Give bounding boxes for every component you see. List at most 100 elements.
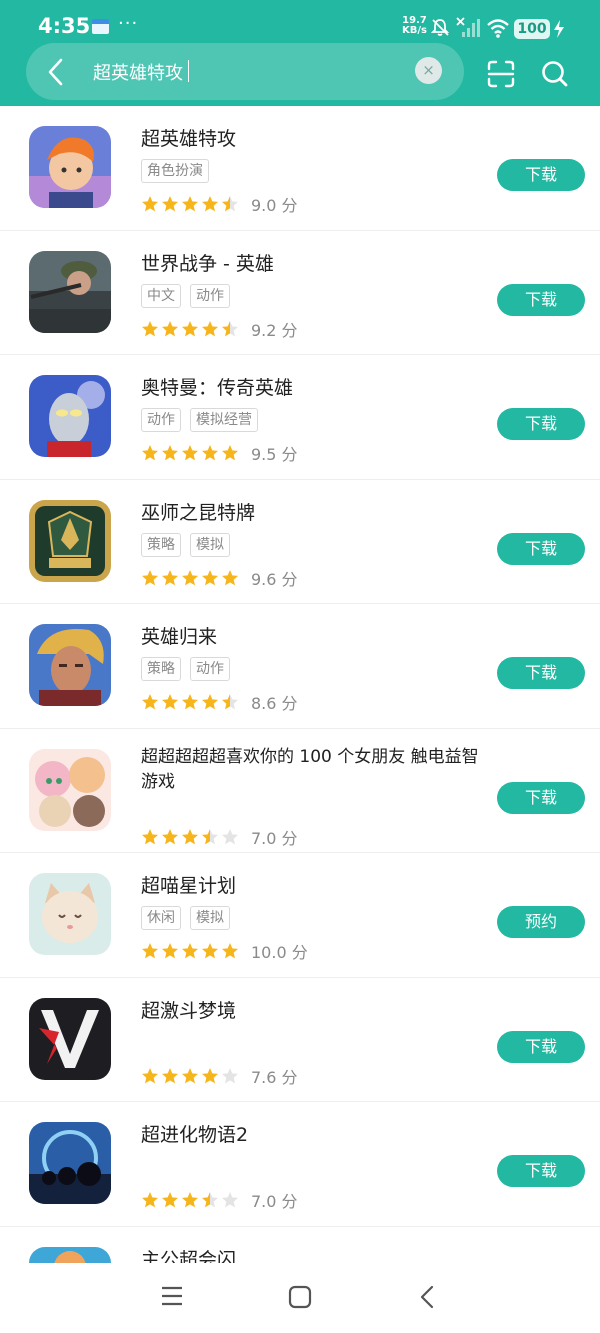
download-button[interactable]: 下载: [497, 159, 585, 191]
star-icon: [182, 828, 198, 844]
star-icon: [162, 569, 178, 585]
rating: 8.6 分: [141, 690, 298, 714]
app-icon[interactable]: [29, 873, 111, 955]
star-icon: [142, 943, 158, 959]
status-time: 4:35: [38, 14, 91, 38]
download-button[interactable]: 下载: [497, 657, 585, 689]
star-icon: [202, 1192, 218, 1208]
app-title[interactable]: 超英雄特攻: [141, 124, 236, 151]
reserve-button[interactable]: 预约: [497, 906, 585, 938]
tag: 动作: [190, 283, 230, 308]
clear-icon[interactable]: ×: [415, 57, 442, 84]
tag: 中文: [141, 283, 181, 308]
rating: 7.0 分: [141, 1188, 298, 1212]
star-rating: [141, 1191, 239, 1209]
list-item[interactable]: 奥特曼：传奇英雄 动作 模拟经营 9.5 分 下载: [0, 355, 600, 480]
star-rating: [141, 942, 239, 960]
download-button[interactable]: 下载: [497, 1030, 585, 1063]
net-speed: 19.7 KB/s: [402, 16, 427, 36]
app-icon[interactable]: [29, 1122, 111, 1204]
app-icon[interactable]: [29, 997, 111, 1080]
star-icon: [142, 196, 158, 212]
score: 9.5 分: [251, 445, 298, 464]
menu-icon[interactable]: [161, 1285, 183, 1307]
home-icon[interactable]: [288, 1285, 312, 1309]
app-title[interactable]: 英雄归来: [141, 622, 217, 649]
wifi-icon: [487, 19, 509, 38]
star-icon: [182, 320, 198, 336]
battery-icon: 100: [514, 19, 550, 39]
list-item[interactable]: 主公超会闪: [0, 1227, 600, 1264]
app-title[interactable]: 超超超超超喜欢你的 100 个女朋友 触电益智游戏: [141, 745, 481, 795]
star-rating: [141, 828, 239, 846]
list-item[interactable]: 超喵星计划 休闲 模拟 10.0 分 预约: [0, 853, 600, 978]
list-item[interactable]: 超进化物语2 7.0 分 下载: [0, 1102, 600, 1227]
star-icon: [142, 569, 158, 585]
tag: 动作: [190, 657, 230, 681]
star-icon: [182, 1192, 198, 1208]
star-rating: [141, 195, 239, 213]
search-results-list[interactable]: 超英雄特攻 角色扮演 9.0 分 下载 世界战争 - 英雄 中文 动作 9.2 …: [0, 106, 600, 1263]
rating: 7.0 分: [141, 825, 298, 849]
star-icon: [202, 569, 218, 585]
app-title[interactable]: 巫师之昆特牌: [141, 498, 255, 525]
star-icon: [202, 320, 218, 336]
back-icon[interactable]: [418, 1285, 438, 1309]
download-button[interactable]: 下载: [497, 408, 585, 440]
app-title[interactable]: 世界战争 - 英雄: [141, 249, 274, 276]
app-icon[interactable]: [29, 126, 111, 208]
star-icon: [222, 1067, 238, 1083]
tag-list: 休闲 模拟: [141, 906, 230, 930]
app-card-icon: [92, 19, 109, 34]
star-icon: [142, 828, 158, 844]
app-title[interactable]: 超激斗梦境: [141, 996, 236, 1023]
rating: 9.0 分: [141, 192, 298, 216]
star-icon: [182, 943, 198, 959]
app-icon[interactable]: [29, 624, 111, 706]
star-icon: [162, 1192, 178, 1208]
tag: 策略: [141, 532, 181, 557]
tag: 模拟: [190, 532, 230, 557]
rating: 9.5 分: [141, 441, 298, 465]
list-item[interactable]: 世界战争 - 英雄 中文 动作 9.2 分 下载: [0, 231, 600, 355]
app-icon[interactable]: [29, 250, 111, 333]
back-arrow-icon[interactable]: [44, 57, 68, 87]
list-item[interactable]: 超英雄特攻 角色扮演 9.0 分 下载: [0, 106, 600, 231]
search-input[interactable]: 超英雄特攻: [93, 59, 183, 85]
score: 8.6 分: [251, 694, 298, 713]
download-button[interactable]: 下载: [497, 1155, 585, 1187]
star-icon: [162, 1067, 178, 1083]
score: 9.2 分: [251, 320, 298, 340]
star-icon: [222, 569, 238, 585]
score: 7.0 分: [251, 828, 298, 848]
download-button[interactable]: 下载: [497, 283, 585, 316]
list-item[interactable]: 英雄归来 策略 动作 8.6 分 下载: [0, 604, 600, 729]
list-item[interactable]: 超激斗梦境 7.6 分 下载: [0, 978, 600, 1102]
app-title[interactable]: 超喵星计划: [141, 871, 236, 898]
app-title[interactable]: 主公超会闪: [141, 1245, 236, 1264]
score: 7.6 分: [251, 1067, 298, 1087]
app-icon[interactable]: [29, 1246, 111, 1263]
scan-icon[interactable]: [487, 60, 515, 88]
search-icon[interactable]: [541, 60, 569, 88]
score: 10.0 分: [251, 943, 308, 962]
app-icon[interactable]: [29, 375, 111, 457]
app-icon[interactable]: [29, 499, 111, 582]
download-button[interactable]: 下载: [497, 781, 585, 814]
search-bar[interactable]: [26, 43, 464, 100]
tag: 角色扮演: [141, 159, 209, 183]
list-item[interactable]: 巫师之昆特牌 策略 模拟 9.6 分 下载: [0, 480, 600, 604]
star-icon: [222, 196, 238, 212]
download-button[interactable]: 下载: [497, 532, 585, 565]
star-icon: [142, 1067, 158, 1083]
app-title[interactable]: 超进化物语2: [141, 1120, 248, 1147]
star-rating: [141, 320, 239, 338]
app-title[interactable]: 奥特曼：传奇英雄: [141, 373, 293, 400]
rating: 10.0 分: [141, 939, 308, 963]
more-dots-icon: ···: [118, 13, 139, 34]
star-icon: [202, 828, 218, 844]
score: 9.0 分: [251, 196, 298, 215]
list-item[interactable]: 超超超超超喜欢你的 100 个女朋友 触电益智游戏 7.0 分 下载: [0, 729, 600, 853]
score: 9.6 分: [251, 569, 298, 589]
app-icon[interactable]: [29, 748, 111, 831]
